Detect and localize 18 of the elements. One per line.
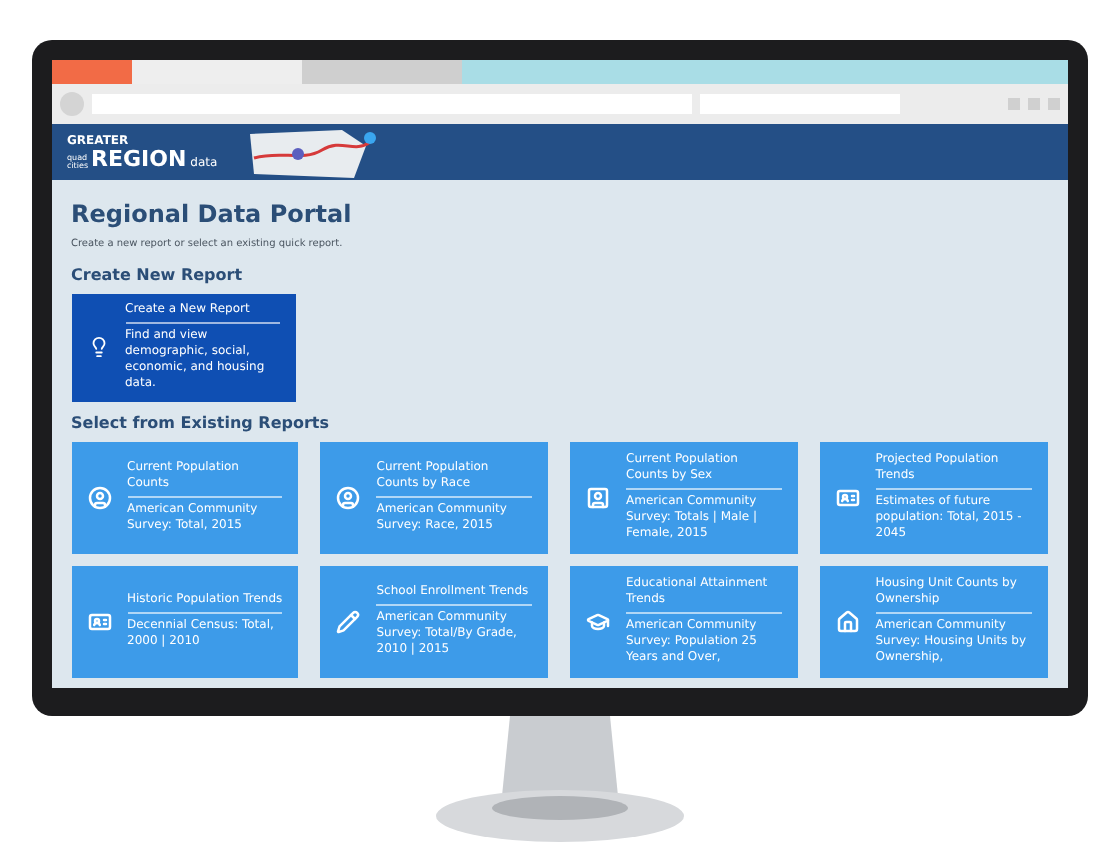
house-icon xyxy=(835,609,860,633)
section-heading: Select from Existing Reports xyxy=(71,411,331,435)
id-card-icon xyxy=(835,485,860,509)
section-heading: Create New Report xyxy=(71,263,245,287)
lightbulb-icon xyxy=(87,336,109,358)
user-icon xyxy=(336,485,361,509)
browser-tab[interactable] xyxy=(131,60,301,84)
back-button[interactable] xyxy=(59,92,83,116)
browser-tab[interactable] xyxy=(301,60,461,84)
id-card-icon xyxy=(87,609,111,633)
browser-tab[interactable] xyxy=(51,60,131,84)
logo-main-text: REGION xyxy=(91,147,187,169)
page-title: Regional Data Portal xyxy=(71,198,354,232)
pencil-icon xyxy=(336,609,361,633)
browser-tab[interactable] xyxy=(461,60,1067,84)
user-badge-icon xyxy=(586,485,610,509)
graduation-cap-icon xyxy=(586,609,610,633)
user-icon xyxy=(87,485,111,509)
